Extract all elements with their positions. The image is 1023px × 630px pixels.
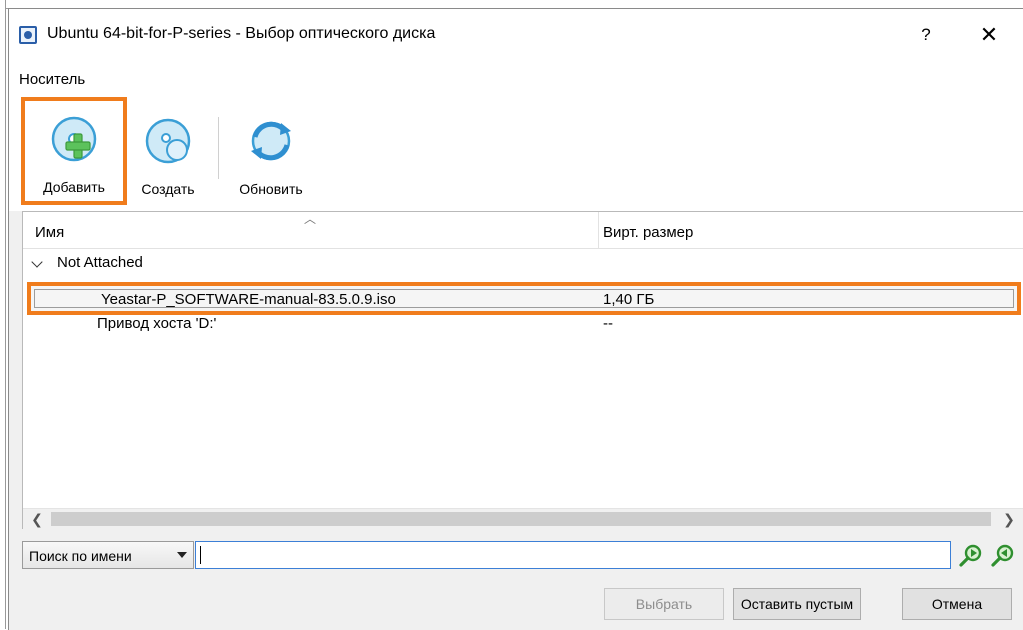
window-title: Ubuntu 64-bit-for-P-series - Выбор оптич… [47, 25, 436, 42]
optical-disk-selector-dialog: Ubuntu 64-bit-for-P-series - Выбор оптич… [8, 8, 1023, 630]
create-disk-icon [145, 118, 191, 164]
row-name: Привод хоста 'D:' [97, 315, 217, 332]
tree-header: ︿ Имя Вирт. размер [23, 212, 1023, 249]
text-caret [200, 546, 201, 564]
search-mode-select[interactable]: Поиск по имени [22, 541, 194, 569]
table-row-iso[interactable]: Yeastar-P_SOFTWARE-manual-83.5.0.9.iso 1… [27, 282, 1021, 315]
find-previous-icon[interactable] [958, 542, 984, 568]
row-size: 1,40 ГБ [603, 291, 655, 308]
refresh-label: Обновить [239, 181, 303, 197]
tree-group-not-attached[interactable]: Not Attached [23, 248, 1023, 276]
horizontal-scrollbar[interactable]: ❮ ❯ [23, 508, 1023, 529]
add-disk-button[interactable]: Добавить [21, 97, 127, 205]
column-divider[interactable] [598, 212, 599, 248]
menu-bar: Носитель [9, 61, 1023, 95]
background-window-left-edge [0, 0, 6, 629]
add-disk-icon [51, 116, 97, 162]
table-row-host-drive[interactable]: Привод хоста 'D:' -- [23, 315, 1023, 343]
chevron-down-icon [177, 552, 187, 558]
create-disk-button[interactable]: Создать [131, 99, 205, 203]
scroll-right-icon[interactable]: ❯ [1001, 509, 1017, 529]
scroll-left-icon[interactable]: ❮ [29, 509, 45, 529]
search-input[interactable] [195, 541, 951, 569]
group-label: Not Attached [57, 254, 143, 271]
leave-empty-button[interactable]: Оставить пустым [733, 588, 861, 620]
cancel-button[interactable]: Отмена [902, 588, 1012, 620]
choose-button[interactable]: Выбрать [604, 588, 724, 620]
add-disk-label: Добавить [43, 179, 105, 195]
title-bar: Ubuntu 64-bit-for-P-series - Выбор оптич… [9, 9, 1023, 61]
toolbar: Добавить Создать Обновить [9, 95, 1023, 211]
sort-indicator-icon: ︿ [304, 212, 317, 226]
chevron-down-icon[interactable] [31, 256, 43, 268]
toolbar-separator [218, 117, 219, 179]
search-mode-label: Поиск по имени [29, 548, 132, 564]
refresh-icon [251, 121, 291, 161]
row-size: -- [603, 315, 613, 332]
column-header-name[interactable]: Имя [35, 224, 64, 241]
find-next-icon[interactable] [990, 542, 1016, 568]
column-header-size[interactable]: Вирт. размер [603, 224, 693, 241]
menu-media[interactable]: Носитель [19, 71, 85, 88]
refresh-button[interactable]: Обновить [227, 99, 315, 203]
media-tree[interactable]: ︿ Имя Вирт. размер Not Attached Yeastar-… [22, 211, 1023, 529]
help-button[interactable]: ? [909, 19, 943, 51]
row-name: Yeastar-P_SOFTWARE-manual-83.5.0.9.iso [101, 291, 396, 308]
scrollbar-thumb[interactable] [51, 512, 991, 526]
create-disk-label: Создать [141, 181, 195, 197]
close-button[interactable]: ✕ [969, 19, 1009, 51]
virtualbox-app-icon [19, 26, 37, 44]
